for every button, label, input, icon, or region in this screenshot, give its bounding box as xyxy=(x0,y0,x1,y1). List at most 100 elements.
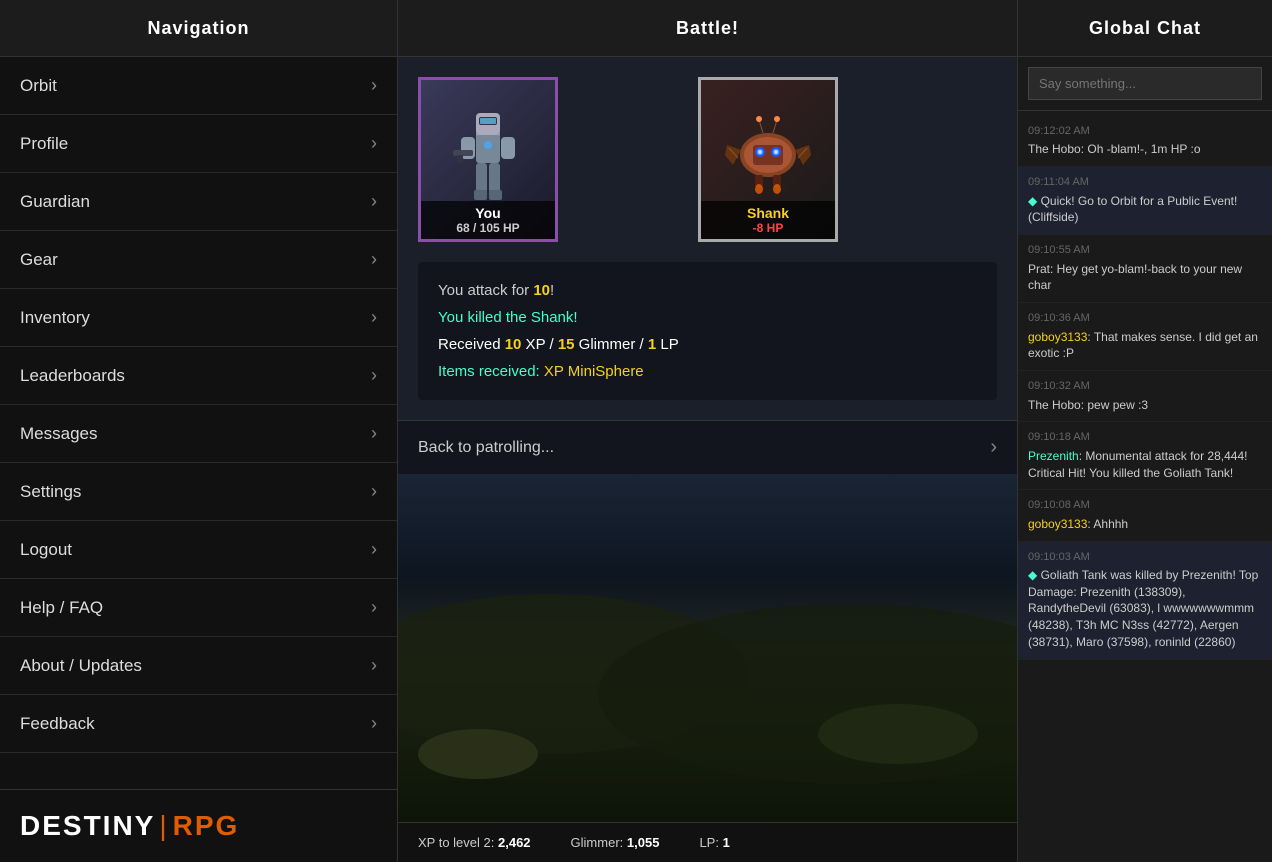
enemy-name: Shank xyxy=(705,205,831,221)
glimmer-status: Glimmer: 1,055 xyxy=(571,835,660,850)
battle-log-glimmer: 15 xyxy=(558,336,575,353)
sidebar-item-messages[interactable]: Messages › xyxy=(0,405,397,463)
sidebar-item-gear[interactable]: Gear › xyxy=(0,231,397,289)
battle-log-mid1: XP / xyxy=(521,336,557,353)
chat-title: Global Chat xyxy=(1089,18,1201,39)
enemy-card: Shank -8 HP xyxy=(698,77,838,242)
logo-rpg: RPG xyxy=(173,810,240,842)
chevron-right-icon: › xyxy=(371,423,377,444)
sidebar: Navigation Orbit › Profile › Guardian › … xyxy=(0,0,398,862)
chevron-right-icon: › xyxy=(371,597,377,618)
player-combatant: You 68 / 105 HP xyxy=(418,77,558,242)
background-scene xyxy=(398,474,1017,822)
battle-combatants: You 68 / 105 HP xyxy=(418,77,997,242)
chat-message: 09:12:02 AM The Hobo: Oh -blam!-, 1m HP … xyxy=(1018,116,1272,167)
chat-message-system: 09:11:04 AM ◆ Quick! Go to Orbit for a P… xyxy=(1018,167,1272,235)
player-card-label: You 68 / 105 HP xyxy=(421,201,555,239)
battle-area: You 68 / 105 HP xyxy=(398,57,1017,420)
battle-log-line4: Items received: XP MiniSphere xyxy=(438,358,977,385)
enemy-card-label: Shank -8 HP xyxy=(701,201,835,239)
battle-log-suffix: ! xyxy=(550,282,554,299)
chat-header: Global Chat xyxy=(1018,0,1272,57)
battle-log-item-prefix: Items received: xyxy=(438,363,544,380)
sidebar-item-logout[interactable]: Logout › xyxy=(0,521,397,579)
sidebar-item-about[interactable]: About / Updates › xyxy=(0,637,397,695)
sidebar-nav: Orbit › Profile › Guardian › Gear › Inve… xyxy=(0,57,397,789)
sidebar-item-orbit[interactable]: Orbit › xyxy=(0,57,397,115)
logo-separator: | xyxy=(159,810,168,842)
chat-panel: Global Chat 09:12:02 AM The Hobo: Oh -bl… xyxy=(1017,0,1272,862)
main-area: Battle! xyxy=(398,0,1017,862)
player-name: You xyxy=(425,205,551,221)
chat-username: The Hobo xyxy=(1028,142,1081,156)
chevron-right-icon: › xyxy=(371,133,377,154)
chat-username: The Hobo xyxy=(1028,398,1081,412)
back-to-patrolling-button[interactable]: Back to patrolling... › xyxy=(398,420,1017,474)
scene-svg xyxy=(398,474,1017,822)
sidebar-label-feedback: Feedback xyxy=(20,714,95,734)
sidebar-item-help[interactable]: Help / FAQ › xyxy=(0,579,397,637)
sidebar-label-orbit: Orbit xyxy=(20,76,57,96)
chat-message: 09:10:36 AM goboy3133: That makes sense.… xyxy=(1018,303,1272,371)
battle-log-item-name: XP MiniSphere xyxy=(544,363,644,380)
chat-message: 09:10:18 AM Prezenith: Monumental attack… xyxy=(1018,422,1272,490)
xp-label: XP to level 2: xyxy=(418,835,494,850)
sidebar-item-inventory[interactable]: Inventory › xyxy=(0,289,397,347)
chevron-right-icon: › xyxy=(371,655,377,676)
sidebar-label-about: About / Updates xyxy=(20,656,142,676)
chevron-right-icon: › xyxy=(371,249,377,270)
battle-log-line3: Received 10 XP / 15 Glimmer / 1 LP xyxy=(438,331,977,358)
chevron-right-icon: › xyxy=(371,191,377,212)
sidebar-item-settings[interactable]: Settings › xyxy=(0,463,397,521)
lp-label: LP: xyxy=(699,835,719,850)
chat-username: Prezenith xyxy=(1028,449,1079,463)
sidebar-header: Navigation xyxy=(0,0,397,57)
chevron-right-icon: › xyxy=(371,365,377,386)
battle-log-lp: 1 xyxy=(648,336,656,353)
chevron-right-icon: › xyxy=(990,436,997,459)
battle-log-xp: 10 xyxy=(505,336,522,353)
sidebar-label-messages: Messages xyxy=(20,424,97,444)
lp-value: 1 xyxy=(723,835,730,850)
sidebar-item-profile[interactable]: Profile › xyxy=(0,115,397,173)
sidebar-footer: DESTINY | RPG xyxy=(0,789,397,862)
battle-log-reward-prefix: Received xyxy=(438,336,505,353)
chat-message: 09:10:08 AM goboy3133: Ahhhh xyxy=(1018,490,1272,541)
glimmer-value: 1,055 xyxy=(627,835,660,850)
back-to-patrolling-label: Back to patrolling... xyxy=(418,439,554,457)
sidebar-label-profile: Profile xyxy=(20,134,68,154)
chevron-right-icon: › xyxy=(371,307,377,328)
chevron-right-icon: › xyxy=(371,539,377,560)
battle-log-prefix: You attack for xyxy=(438,282,533,299)
chat-message: 09:10:32 AM The Hobo: pew pew :3 xyxy=(1018,371,1272,422)
battle-log-line1: You attack for 10! xyxy=(438,277,977,304)
main-header: Battle! xyxy=(398,0,1017,57)
sidebar-label-settings: Settings xyxy=(20,482,81,502)
main-title: Battle! xyxy=(676,18,739,39)
sidebar-title: Navigation xyxy=(147,18,249,39)
sidebar-item-guardian[interactable]: Guardian › xyxy=(0,173,397,231)
chat-message: 09:10:55 AM Prat: Hey get yo-blam!-back … xyxy=(1018,235,1272,303)
sidebar-label-leaderboards: Leaderboards xyxy=(20,366,125,386)
sidebar-item-leaderboards[interactable]: Leaderboards › xyxy=(0,347,397,405)
chat-input[interactable] xyxy=(1028,67,1262,100)
logo-destiny: DESTINY xyxy=(20,810,155,842)
system-diamond-icon: ◆ xyxy=(1028,194,1037,208)
sidebar-label-inventory: Inventory xyxy=(20,308,90,328)
lp-status: LP: 1 xyxy=(699,835,729,850)
battle-log-suffix2: LP xyxy=(656,336,679,353)
sidebar-label-logout: Logout xyxy=(20,540,72,560)
battle-log-mid2: Glimmer / xyxy=(575,336,648,353)
chat-username: Prat xyxy=(1028,262,1050,276)
logo: DESTINY | RPG xyxy=(20,810,377,842)
chat-message-system: 09:10:03 AM ◆ Goliath Tank was killed by… xyxy=(1018,542,1272,660)
sidebar-item-feedback[interactable]: Feedback › xyxy=(0,695,397,753)
status-bar: XP to level 2: 2,462 Glimmer: 1,055 LP: … xyxy=(398,822,1017,862)
sidebar-label-guardian: Guardian xyxy=(20,192,90,212)
player-hp: 68 / 105 HP xyxy=(425,221,551,235)
sidebar-label-help: Help / FAQ xyxy=(20,598,103,618)
xp-value: 2,462 xyxy=(498,835,531,850)
battle-log-damage: 10 xyxy=(533,282,550,299)
system-diamond-icon: ◆ xyxy=(1028,568,1037,582)
chat-username: goboy3133 xyxy=(1028,517,1087,531)
